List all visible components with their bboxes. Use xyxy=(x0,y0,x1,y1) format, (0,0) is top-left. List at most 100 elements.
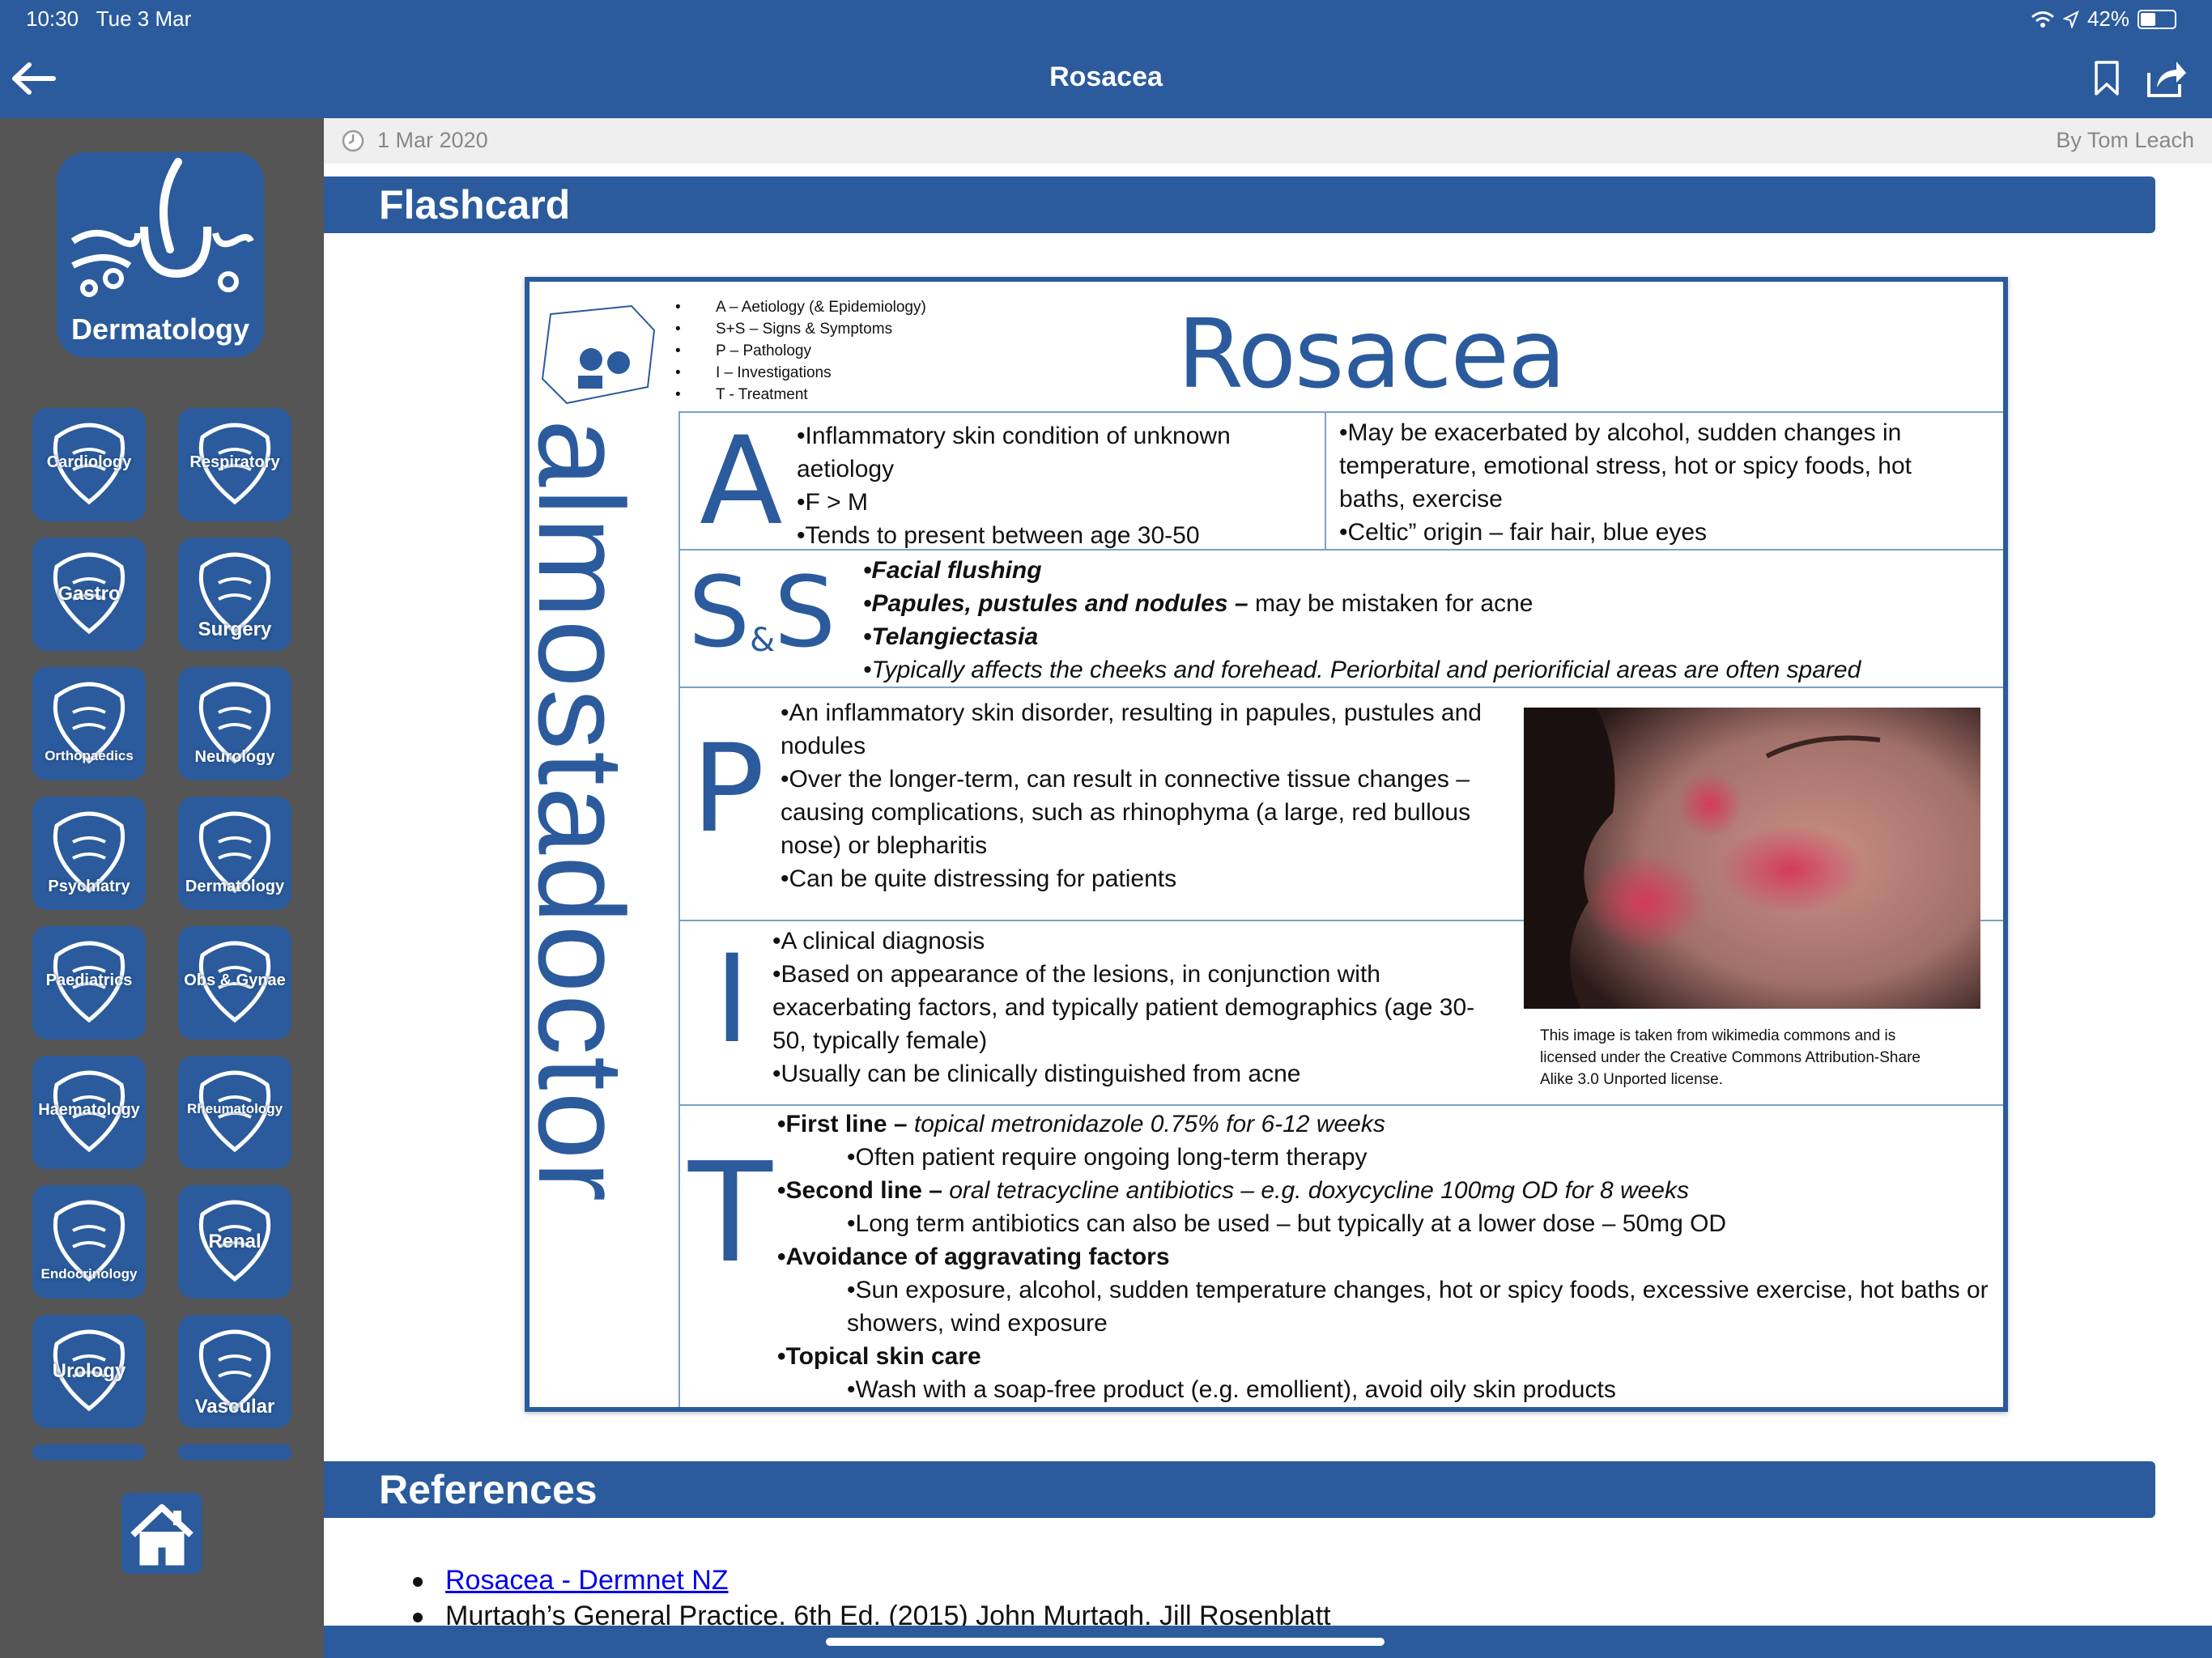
pathology: •An inflammatory skin disorder, resultin… xyxy=(781,696,1509,895)
category-tile-partial[interactable] xyxy=(32,1444,146,1460)
battery-level xyxy=(2141,12,2156,26)
category-label: Obs & Gynae xyxy=(184,971,286,989)
column-divider xyxy=(1325,411,1326,549)
bookmark-button[interactable] xyxy=(2092,60,2121,97)
top-bar: 10:30 Tue 3 Mar 42% Rosacea xyxy=(0,0,2212,118)
category-tile-respiratory[interactable]: Respiratory xyxy=(178,408,291,521)
bullet-emphasis: •First line – xyxy=(777,1111,908,1137)
location-icon xyxy=(2062,10,2079,28)
column-divider xyxy=(678,411,680,1407)
category-label: Urology xyxy=(52,1360,126,1382)
category-tile-neurology[interactable]: Neurology xyxy=(178,667,291,780)
category-tile-psychiatry[interactable]: Psychiatry xyxy=(32,797,146,910)
key-item: A – Aetiology (& Epidemiology) xyxy=(675,296,926,318)
aetiology-right: •May be exacerbated by alcohol, sudden c… xyxy=(1339,416,1979,549)
key-item: I – Investigations xyxy=(675,362,926,384)
category-tile-endocrinology[interactable]: Endocrinology xyxy=(32,1185,146,1299)
bullet-emphasis: •Second line – xyxy=(777,1177,942,1204)
bullet: •Over the longer-term, can result in con… xyxy=(781,766,1471,859)
bullet: •Typically affects the cheeks and forehe… xyxy=(863,657,1861,683)
featured-category-dermatology[interactable]: Dermatology xyxy=(57,152,264,358)
author-byline: By Tom Leach xyxy=(2056,128,2194,152)
bullet-rest: topical metronidazole 0.75% for 6-12 wee… xyxy=(907,1111,1385,1137)
bullet: •Based on appearance of the lesions, in … xyxy=(772,961,1475,1054)
skin-hair-icon xyxy=(70,158,254,297)
bullet: •Topical skin care xyxy=(777,1343,981,1370)
category-tile-obs-gynae[interactable]: Obs & Gynae xyxy=(178,926,291,1039)
bullet: •Usually can be clinically distinguished… xyxy=(772,1061,1301,1087)
share-button[interactable] xyxy=(2146,58,2188,99)
key-item: P – Pathology xyxy=(675,340,926,362)
key-item: T - Treatment xyxy=(675,384,926,406)
category-tile-haematology[interactable]: Haematology xyxy=(32,1056,146,1169)
bullet: •Tends to present between age 30-50 xyxy=(797,522,1200,549)
category-label: Gastro xyxy=(57,583,121,605)
section-letter-s: S xyxy=(774,557,836,670)
category-tile-orthopaedics[interactable]: Orthopaedics xyxy=(32,667,146,780)
card-title: Rosacea xyxy=(1177,298,1566,410)
skull-logo-icon xyxy=(541,304,656,405)
category-label: Renal xyxy=(208,1231,262,1252)
key-item: S+S – Signs & Symptoms xyxy=(675,318,926,340)
category-label: Surgery xyxy=(198,619,272,640)
bullet: •Papules, pustules and nodules – may be … xyxy=(863,587,1997,620)
section-letter-s: S xyxy=(688,557,751,670)
clock-icon xyxy=(342,130,364,152)
home-indicator[interactable] xyxy=(826,1638,1385,1646)
category-label: Vascular xyxy=(194,1396,275,1418)
category-label: Orthopaedics xyxy=(45,748,134,763)
rosacea-flashcard-image: almostadoctor A – Aetiology (& Epidemiol… xyxy=(525,277,2008,1412)
category-label: Paediatrics xyxy=(45,971,133,989)
bullet: •Telangiectasia xyxy=(863,623,1039,650)
category-label: Psychiatry xyxy=(48,878,130,895)
image-credit: This image is taken from wikimedia commo… xyxy=(1540,1027,1921,1088)
bullet: •First line – topical metronidazole 0.75… xyxy=(777,1107,1992,1141)
publish-date: 1 Mar 2020 xyxy=(377,128,488,152)
bullet: •Celtic” origin – fair hair, blue eyes xyxy=(1339,519,1708,546)
home-icon xyxy=(130,1504,194,1566)
bullet-rest: oral tetracycline antibiotics – e.g. dox… xyxy=(942,1177,1689,1204)
category-tile-surgery[interactable]: Surgery xyxy=(178,538,291,651)
treatment: •First line – topical metronidazole 0.75… xyxy=(777,1107,1992,1406)
references-list: Rosacea - Dermnet NZ Murtagh’s General P… xyxy=(405,1562,1331,1634)
section-letter-p: P xyxy=(691,719,765,860)
status-indicators: 42% xyxy=(2031,6,2176,32)
category-label: Haematology xyxy=(38,1101,140,1119)
bullet: •May be exacerbated by alcohol, sudden c… xyxy=(1339,419,1912,512)
bullet: •F > M xyxy=(797,489,869,516)
sub-bullet: •Wash with a soap-free product (e.g. emo… xyxy=(847,1376,1616,1403)
rosacea-photo xyxy=(1524,708,1980,1009)
battery-icon xyxy=(2138,9,2176,29)
bullet-rest: may be mistaken for acne xyxy=(1248,590,1534,617)
row-divider xyxy=(678,411,2003,413)
category-tile-renal[interactable]: Renal xyxy=(178,1185,291,1299)
category-tile-dermatology[interactable]: Dermatology xyxy=(178,797,291,910)
category-label: Neurology xyxy=(194,748,275,766)
references-section-header: References xyxy=(324,1461,2155,1518)
category-tile-rheumatology[interactable]: Rheumatology xyxy=(178,1056,291,1169)
category-tile-paediatrics[interactable]: Paediatrics xyxy=(32,926,146,1039)
status-time: 10:30 Tue 3 Mar xyxy=(26,6,192,31)
card-brand-text: almostadoctor xyxy=(525,419,649,1204)
category-tile-vascular[interactable]: Vascular xyxy=(178,1315,291,1428)
section-letter-amp: & xyxy=(750,622,776,659)
signs-symptoms: •Facial flushing •Papules, pustules and … xyxy=(863,554,1997,687)
reference-link[interactable]: Rosacea - Dermnet NZ xyxy=(445,1565,729,1596)
featured-category-label: Dermatology xyxy=(70,312,250,346)
bullet: •Inflammatory skin condition of unknown … xyxy=(797,423,1231,483)
article-meta-bar: 1 Mar 2020 By Tom Leach xyxy=(324,118,2212,164)
bullet-emphasis: •Papules, pustules and nodules – xyxy=(863,590,1249,617)
category-tile-partial[interactable] xyxy=(178,1444,291,1460)
sub-bullet: •Long term antibiotics can also be used … xyxy=(847,1210,1727,1237)
battery-percent: 42% xyxy=(2087,6,2129,31)
category-tile-cardiology[interactable]: Cardiology xyxy=(32,408,146,521)
bullet: •Second line – oral tetracycline antibio… xyxy=(777,1174,1992,1207)
home-button[interactable] xyxy=(121,1493,202,1574)
category-label: Endocrinology xyxy=(40,1266,138,1282)
sub-bullet: •Often patient require ongoing long-term… xyxy=(847,1144,1368,1171)
category-sidebar: Dermatology Cardiology Respiratory Gastro S… xyxy=(0,118,324,1658)
category-tile-urology[interactable]: Urology xyxy=(32,1315,146,1428)
bullet: •An inflammatory skin disorder, resultin… xyxy=(781,699,1482,759)
section-letter-t: T xyxy=(688,1133,772,1294)
category-tile-gastro[interactable]: Gastro xyxy=(32,538,146,651)
